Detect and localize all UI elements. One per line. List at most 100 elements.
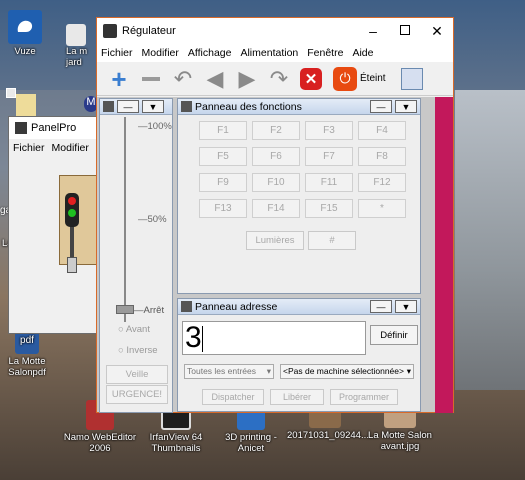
function-button-f3[interactable]: F3	[305, 121, 353, 140]
hash-button[interactable]: #	[308, 231, 356, 250]
previous-button[interactable]: ◀	[201, 65, 229, 93]
regulateur-titlebar[interactable]: Régulateur – ✕	[97, 18, 453, 44]
java-icon	[103, 24, 117, 38]
checkbox-icon	[6, 88, 16, 98]
liberer-button[interactable]: Libérer	[270, 389, 324, 405]
menu-modifier[interactable]: Modifier	[142, 47, 179, 59]
function-button-f11[interactable]: F11	[305, 173, 353, 192]
function-button-f5[interactable]: F5	[199, 147, 247, 166]
minimize-icon[interactable]: –	[357, 23, 389, 39]
throttle-titlebar[interactable]: — ▼	[100, 99, 172, 115]
java-icon	[181, 301, 192, 312]
panelpro-title: PanelPro	[31, 122, 77, 134]
undo-button[interactable]: ↶	[169, 65, 197, 93]
edit-button[interactable]	[398, 65, 426, 93]
inverse-radio[interactable]: ○ Inverse	[118, 345, 158, 356]
pdf-badge: pdf	[20, 335, 34, 346]
signal-icon	[65, 193, 79, 227]
stop-icon: ✕	[300, 67, 322, 90]
menu-fichier[interactable]: Fichier	[101, 47, 133, 59]
background-window-edge	[435, 97, 453, 413]
function-button-f15[interactable]: F15	[305, 199, 353, 218]
desktop-icon-vuze[interactable]: Vuze	[0, 10, 62, 57]
close-icon[interactable]: ✕	[421, 23, 453, 40]
address-input[interactable]: 3	[182, 321, 366, 355]
function-title: Panneau des fonctions	[195, 100, 302, 113]
programmer-button[interactable]: Programmer	[330, 389, 398, 405]
speed-slider-track[interactable]	[124, 117, 126, 322]
redo-icon: ↷	[269, 65, 289, 91]
function-button-star[interactable]: *	[358, 199, 406, 218]
chevron-down-icon[interactable]: ▼	[395, 300, 417, 313]
menu-fichier[interactable]: Fichier	[13, 142, 45, 154]
regulateur-window[interactable]: Régulateur – ✕ Fichier Modifier Affichag…	[96, 17, 454, 413]
icon-label: Vuze	[14, 46, 36, 57]
edit-icon	[400, 67, 423, 90]
function-button-f8[interactable]: F8	[358, 147, 406, 166]
function-panel[interactable]: Panneau des fonctions — ▼ F1 F2 F3 F4 F5 F6 F7…	[177, 98, 421, 294]
address-panel[interactable]: Panneau adresse — ▼ 3 Définir Toutes les…	[177, 298, 421, 412]
function-button-f13[interactable]: F13	[199, 199, 247, 218]
chevron-down-icon: ▾	[406, 366, 411, 376]
throttle-panel[interactable]: — ▼ —100% —50% —Arrêt ○ Avant ○ Inverse …	[99, 98, 173, 413]
minimize-icon[interactable]: —	[117, 100, 139, 113]
minus-icon	[142, 76, 160, 81]
function-button-f10[interactable]: F10	[252, 173, 300, 192]
stop-button[interactable]: ✕	[297, 65, 325, 93]
function-button-f6[interactable]: F6	[252, 147, 300, 166]
machine-select[interactable]: <Pas de machine sélectionnée> ▾	[280, 364, 414, 379]
menu-aide[interactable]: Aide	[352, 47, 373, 59]
urgence-button[interactable]: URGENCE!	[106, 385, 168, 404]
dispatcher-button[interactable]: Dispatcher	[202, 389, 264, 405]
menu-modifier[interactable]: Modifier	[52, 142, 89, 154]
minimize-icon[interactable]: —	[370, 300, 392, 313]
icon-label: Namo WebEditor 2006	[63, 432, 137, 454]
menu-affichage[interactable]: Affichage	[188, 47, 232, 59]
function-button-f14[interactable]: F14	[252, 199, 300, 218]
java-icon	[181, 101, 192, 112]
remove-button[interactable]	[137, 65, 165, 93]
plus-icon: +	[111, 63, 127, 94]
function-button-f4[interactable]: F4	[358, 121, 406, 140]
maximize-icon[interactable]	[389, 24, 421, 38]
next-button[interactable]: ▶	[233, 65, 261, 93]
function-button-f2[interactable]: F2	[252, 121, 300, 140]
chevron-down-icon[interactable]: ▼	[142, 100, 164, 113]
icon-label: IrfanView 64 Thumbnails	[149, 432, 203, 454]
speed-50-label: —50%	[138, 214, 167, 225]
roster-filter-select[interactable]: Toutes les entrées ▾	[184, 364, 274, 379]
arrow-left-icon: ◀	[206, 65, 224, 91]
arrow-right-icon: ▶	[238, 65, 256, 91]
function-button-f12[interactable]: F12	[358, 173, 406, 192]
veille-button[interactable]: Veille	[106, 365, 168, 384]
panelpro-menubar: Fichier Modifier	[9, 139, 101, 157]
java-icon	[15, 122, 27, 134]
regulateur-title: Régulateur	[122, 25, 176, 37]
definir-button[interactable]: Définir	[370, 325, 418, 345]
toolbar: + ↶ ◀ ▶ ↷ ✕ ⏻ Éteint	[97, 62, 453, 96]
power-button[interactable]: ⏻ Éteint	[333, 66, 386, 91]
avant-radio[interactable]: ○ Avant	[118, 324, 150, 335]
desktop-icon-la-motte-salon-pdf[interactable]: pdf La Motte Salonpdf	[0, 328, 64, 378]
java-icon	[103, 101, 114, 112]
function-titlebar[interactable]: Panneau des fonctions — ▼	[178, 99, 420, 115]
icon-label: 20171031_09244...	[287, 430, 369, 441]
add-button[interactable]: +	[105, 65, 133, 93]
address-titlebar[interactable]: Panneau adresse — ▼	[178, 299, 420, 315]
regulateur-menubar: Fichier Modifier Affichage Alimentation …	[97, 44, 453, 62]
function-button-f1[interactable]: F1	[199, 121, 247, 140]
panelpro-window[interactable]: PanelPro Fichier Modifier	[8, 116, 102, 334]
function-button-f7[interactable]: F7	[305, 147, 353, 166]
icon-label: La Motte Salonpdf	[8, 356, 46, 378]
panelpro-titlebar[interactable]: PanelPro	[9, 117, 101, 139]
power-label: Éteint	[360, 73, 386, 84]
menu-alimentation[interactable]: Alimentation	[240, 47, 298, 59]
chevron-down-icon[interactable]: ▼	[395, 100, 417, 113]
menu-fenetre[interactable]: Fenêtre	[307, 47, 343, 59]
minimize-icon[interactable]: —	[370, 100, 392, 113]
folder-icon	[16, 94, 36, 118]
speed-slider-thumb[interactable]	[116, 305, 134, 314]
lumieres-button[interactable]: Lumières	[246, 231, 304, 250]
redo-button[interactable]: ↷	[265, 65, 293, 93]
function-button-f9[interactable]: F9	[199, 173, 247, 192]
